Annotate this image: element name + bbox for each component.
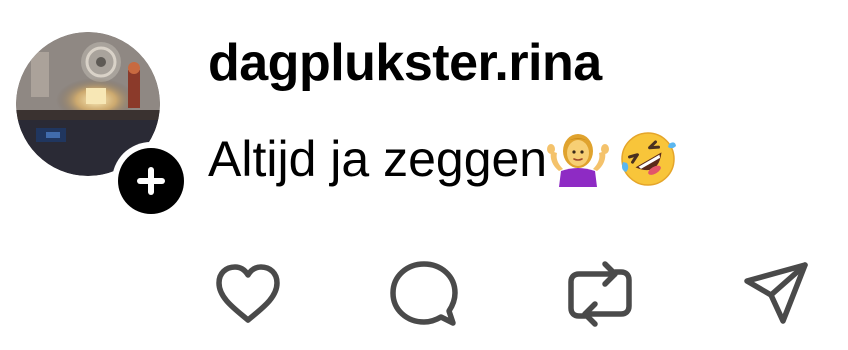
caption-text: Altijd ja zeggen xyxy=(208,131,548,187)
rolling-on-floor-laughing-emoji-icon xyxy=(621,132,677,186)
post-caption: Altijd ja zeggen xyxy=(208,124,677,194)
follow-button[interactable] xyxy=(112,142,190,220)
plus-icon xyxy=(137,167,165,195)
heart-icon xyxy=(216,264,280,323)
thread-post: dagplukster.rina Altijd ja zeggen xyxy=(0,0,848,350)
repost-icon xyxy=(568,261,632,327)
woman-shrugging-emoji-icon xyxy=(547,134,610,187)
post-actions-bar xyxy=(0,258,848,330)
paper-plane-icon xyxy=(744,262,808,324)
repost-button[interactable] xyxy=(564,258,636,330)
username-link[interactable]: dagplukster.rina xyxy=(208,28,602,98)
like-button[interactable] xyxy=(212,258,284,330)
avatar-container xyxy=(16,32,190,220)
comment-button[interactable] xyxy=(388,258,460,330)
share-button[interactable] xyxy=(740,258,812,330)
speech-bubble-icon xyxy=(390,261,458,326)
